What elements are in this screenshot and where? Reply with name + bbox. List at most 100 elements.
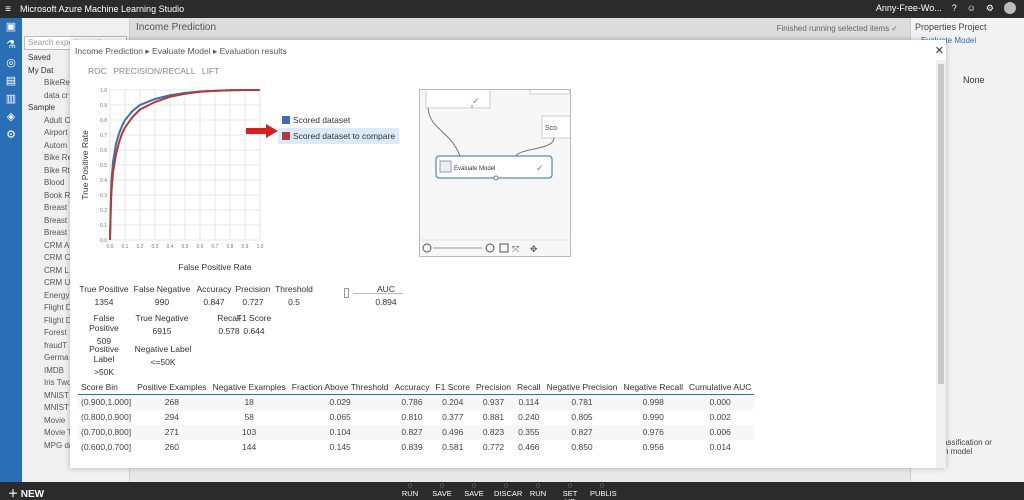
datasets-icon[interactable]: ▥ (0, 90, 22, 108)
run-button[interactable]: ◌ RUN (398, 482, 422, 500)
table-cell: 0.998 (620, 394, 686, 410)
settings-rail-icon[interactable]: ⚙ (0, 126, 22, 144)
table-cell: 0.850 (571, 442, 593, 452)
table-cell: (0.800,0.900] (81, 412, 132, 422)
stat-f1-score: F1 Score 0.644 (236, 313, 272, 336)
stat-false-negative: False Negative 990 (133, 284, 191, 307)
column-header[interactable]: Score Bin (78, 380, 135, 395)
x-tick-label: 0.3 (152, 244, 159, 250)
table-cell: 294 (164, 412, 179, 422)
x-tick-label: 0.0 (107, 244, 114, 250)
table-cell: 0.772 (482, 442, 505, 452)
table-cell: 0.823 (472, 424, 514, 440)
table-row: (0.900,1.000] 268 18 0.029 0.786 0.204 0.937 0.… (78, 394, 755, 410)
y-tick-label: 0.7 (100, 133, 107, 139)
tab-project[interactable]: Project (959, 22, 987, 32)
notebooks-icon[interactable]: ▤ (0, 72, 22, 90)
table-row: (0.700,0.800] 271 103 0.104 0.827 0.496 0.823 0… (78, 424, 755, 440)
table-cell: 0.240 (518, 412, 540, 422)
graph-canvas: ✓ Sco Evaluate Model ✓ ⤧ ✥ (420, 90, 570, 254)
column-header[interactable]: F1 Score (432, 380, 473, 395)
legend-swatch (282, 116, 290, 124)
command-label: SAVE (464, 489, 484, 498)
y-tick-label: 1.0 (100, 88, 107, 94)
table-cell: 0.827 (543, 424, 621, 440)
table-cell: (0.900,1.000] (78, 394, 135, 410)
publis-button[interactable]: ◌ PUBLIS (590, 482, 617, 500)
x-tick-label: 0.7 (212, 244, 219, 250)
discar-button[interactable]: ◌ DISCAR (494, 482, 522, 500)
stat-false-positive: False Positive 509 (89, 313, 119, 346)
threshold-slider-handle[interactable] (344, 288, 349, 298)
save-button[interactable]: ◌ SAVE (462, 482, 486, 500)
run-button[interactable]: ◌ RUN (526, 482, 550, 500)
workspace-selector[interactable]: Anny-Free-Wo... (876, 3, 942, 13)
table-cell: 0.805 (571, 412, 593, 422)
stat-threshold: Threshold 0.5 (275, 284, 313, 307)
projects-icon[interactable]: ▣ (0, 18, 22, 36)
table-cell: 0.002 (709, 412, 731, 422)
column-header[interactable]: Fraction Above Threshold (288, 380, 392, 395)
legend-label: Scored dataset to compare (293, 131, 396, 141)
tab-precision-recall[interactable]: PRECISION/RECALL (113, 66, 195, 76)
tab-lift[interactable]: LIFT (202, 66, 219, 76)
help-icon[interactable]: ? (952, 3, 957, 13)
chart-legend: Scored dataset Scored dataset to compare (278, 112, 400, 144)
red-arrow-annotation (246, 124, 278, 138)
column-header[interactable]: Cumulative AUC (685, 380, 755, 395)
legend-swatch (282, 132, 290, 140)
command-label: RUN (401, 489, 419, 498)
legend-item-scored[interactable]: Scored dataset (278, 112, 399, 128)
save-button[interactable]: ◌ SAVE (430, 482, 454, 500)
svg-text:⤧: ⤧ (512, 244, 519, 254)
tab-properties[interactable]: Properties (915, 22, 956, 32)
stat-positive-label: Positive Label >50K (89, 344, 119, 377)
experiment-title: Income Prediction (136, 22, 217, 33)
settings-icon[interactable]: ⚙ (986, 3, 994, 14)
set-up-button[interactable]: ◌SET UP (558, 482, 582, 500)
column-header[interactable]: Precision (472, 380, 514, 395)
table-cell: 0.881 (482, 412, 505, 422)
table-cell: 0.976 (620, 424, 686, 440)
web-services-icon[interactable]: ◎ (0, 54, 22, 72)
app-title: Microsoft Azure Machine Learning Studio (20, 4, 185, 14)
roc-chart: 0.0 0.1 0.2 0.3 0.4 0.5 0.6 0.7 0.8 0.9 1.0 0.0 0.1 0… (80, 88, 264, 272)
table-cell: 260 (164, 442, 179, 452)
column-header[interactable]: Accuracy (391, 380, 433, 395)
tab-roc[interactable]: ROC (88, 66, 107, 76)
column-header[interactable]: Negative Recall (620, 380, 686, 395)
y-tick-label: 0.5 (100, 163, 107, 169)
feedback-icon[interactable]: ☺ (967, 3, 976, 13)
check-icon: ✓ (472, 96, 480, 106)
table-cell: 0.006 (685, 424, 755, 440)
x-tick-label: 0.2 (137, 244, 144, 250)
stat-precision: Precision 0.727 (235, 284, 271, 307)
left-icon-rail: ▣ ⚗ ◎ ▤ ▥ ◈ ⚙ (0, 18, 22, 482)
column-header[interactable]: Negative Precision (543, 380, 621, 395)
table-cell: 0.990 (642, 412, 664, 422)
x-axis-label: False Positive Rate (178, 262, 251, 272)
scrollbar-thumb[interactable] (938, 64, 944, 384)
x-tick-label: 0.9 (242, 244, 249, 250)
legend-item-compare[interactable]: Scored dataset to compare (278, 128, 400, 144)
table-cell: 0.496 (432, 424, 473, 440)
y-tick-label: 0.1 (100, 223, 107, 229)
table-cell: (0.700,0.800] (78, 424, 135, 440)
table-cell: 0.810 (401, 412, 423, 422)
new-button[interactable]: ＋ NEW (8, 485, 44, 500)
table-cell: 0.065 (329, 412, 351, 422)
column-header[interactable]: Recall (513, 380, 544, 395)
avatar[interactable] (1004, 2, 1016, 14)
column-header[interactable]: Positive Examples (134, 380, 210, 395)
table-row: (0.800,0.900] 294 58 0.065 0.810 0.377 0.881 0.… (78, 410, 754, 425)
trained-models-icon[interactable]: ◈ (0, 108, 22, 126)
column-header[interactable]: Negative Examples (209, 380, 289, 395)
dialog-scrollbar[interactable] (936, 60, 946, 468)
experiments-icon[interactable]: ⚗ (0, 36, 22, 54)
x-tick-label: 0.6 (197, 244, 204, 250)
x-tick-label: 0.4 (167, 244, 174, 250)
close-icon[interactable]: ✕ (935, 44, 944, 57)
run-status: Finished running selected items ✓ (776, 24, 898, 33)
hamburger-menu-icon[interactable]: ≡ (0, 4, 16, 15)
table-cell: 271 (134, 424, 210, 440)
